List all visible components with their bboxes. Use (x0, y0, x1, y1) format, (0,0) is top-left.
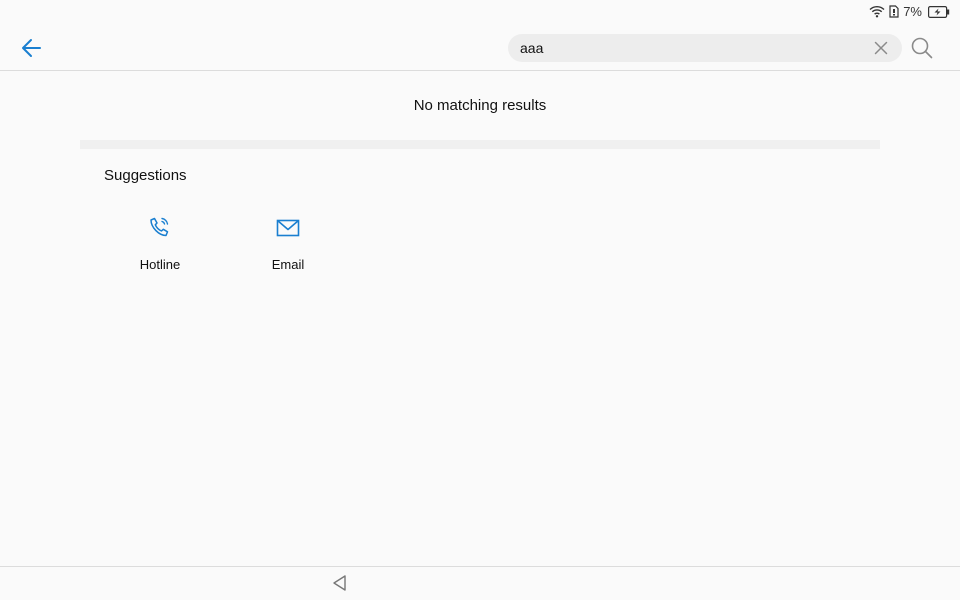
search-icon (910, 37, 934, 64)
no-results-message: No matching results (413, 97, 547, 114)
status-icons: 7% (869, 4, 950, 19)
status-bar: 7% (0, 0, 960, 24)
back-button[interactable] (16, 34, 48, 62)
section-divider (80, 140, 880, 149)
suggestions-title: Suggestions (104, 167, 187, 184)
clear-search-button[interactable] (874, 41, 888, 55)
navigation-bar (0, 566, 960, 600)
arrow-left-icon (16, 39, 48, 66)
suggestion-email[interactable]: Email (233, 214, 343, 278)
nav-back-button[interactable] (330, 573, 350, 593)
suggestion-label: Hotline (139, 257, 181, 272)
sim-icon (889, 5, 899, 18)
phone-call-icon (146, 214, 174, 242)
close-icon (874, 41, 888, 59)
search-button[interactable] (910, 36, 934, 60)
suggestion-label: Email (271, 257, 305, 272)
battery-percent: 7% (903, 4, 922, 19)
mail-icon (274, 214, 302, 242)
app-bar (0, 24, 960, 71)
suggestion-hotline[interactable]: Hotline (105, 214, 215, 278)
battery-charging-icon (928, 5, 950, 18)
triangle-back-icon (330, 575, 350, 597)
search-input[interactable] (520, 34, 860, 62)
wifi-icon (869, 5, 885, 18)
search-box (508, 34, 902, 62)
